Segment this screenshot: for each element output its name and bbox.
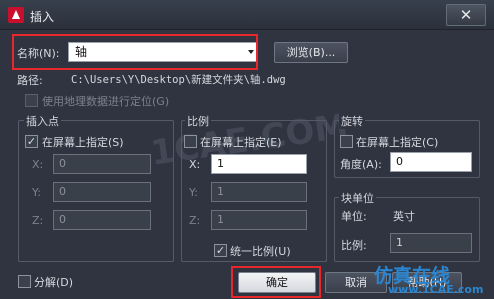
insertion-point-title: 插入点 bbox=[24, 113, 61, 129]
ok-highlight-box bbox=[231, 266, 321, 298]
rotation-onscreen-checkbox[interactable] bbox=[340, 135, 353, 148]
scale-onscreen-label: 在屏幕上指定(E) bbox=[200, 136, 282, 149]
scale-onscreen-checkbox[interactable] bbox=[184, 135, 197, 148]
insertion-x-input[interactable]: 0 bbox=[53, 154, 151, 174]
geo-location-checkbox[interactable] bbox=[25, 94, 38, 107]
scale-x-input[interactable]: 1 bbox=[211, 154, 307, 174]
block-unit-value: 英寸 bbox=[393, 210, 415, 223]
autocad-logo-icon bbox=[8, 7, 24, 23]
insertion-x-label: X: bbox=[32, 158, 44, 171]
insertion-y-label: Y: bbox=[32, 186, 41, 199]
insertion-onscreen-checkbox[interactable]: ✓ bbox=[25, 135, 38, 148]
scale-z-input[interactable]: 1 bbox=[211, 210, 307, 230]
uniform-scale-checkbox[interactable]: ✓ bbox=[214, 244, 227, 257]
block-factor-label: 比例: bbox=[341, 239, 367, 252]
brand-url-watermark: www.1CAE.com bbox=[388, 283, 484, 296]
path-label: 路径: bbox=[17, 74, 43, 87]
scale-y-input[interactable]: 1 bbox=[211, 182, 307, 202]
explode-checkbox[interactable] bbox=[18, 275, 31, 288]
rotation-angle-label: 角度(A): bbox=[340, 158, 382, 171]
insertion-y-input[interactable]: 0 bbox=[53, 182, 151, 202]
title-bar: 插入 ✕ bbox=[0, 0, 494, 30]
block-unit-label: 单位: bbox=[341, 210, 367, 223]
scale-z-label: Z: bbox=[189, 214, 201, 227]
rotation-angle-input[interactable]: 0 bbox=[390, 152, 472, 172]
browse-button[interactable]: 浏览(B)... bbox=[274, 42, 348, 63]
close-button[interactable]: ✕ bbox=[446, 4, 486, 26]
block-factor-value: 1 bbox=[390, 233, 472, 253]
rotation-onscreen-label: 在屏幕上指定(C) bbox=[356, 136, 439, 149]
scale-y-label: Y: bbox=[189, 186, 198, 199]
dialog-title: 插入 bbox=[30, 10, 55, 24]
rotation-title: 旋转 bbox=[339, 113, 365, 129]
explode-label: 分解(D) bbox=[34, 276, 74, 289]
geo-location-label: 使用地理数据进行定位(G) bbox=[42, 95, 170, 108]
name-highlight-box bbox=[12, 34, 258, 70]
scale-x-label: X: bbox=[189, 158, 201, 171]
block-unit-title: 块单位 bbox=[339, 190, 376, 206]
path-value: C:\Users\Y\Desktop\新建文件夹\轴.dwg bbox=[71, 74, 286, 86]
insertion-z-label: Z: bbox=[32, 214, 44, 227]
uniform-scale-label: 统一比例(U) bbox=[230, 245, 291, 258]
scale-title: 比例 bbox=[185, 113, 211, 129]
insertion-onscreen-label: 在屏幕上指定(S) bbox=[42, 136, 124, 149]
insertion-z-input[interactable]: 0 bbox=[53, 210, 151, 230]
